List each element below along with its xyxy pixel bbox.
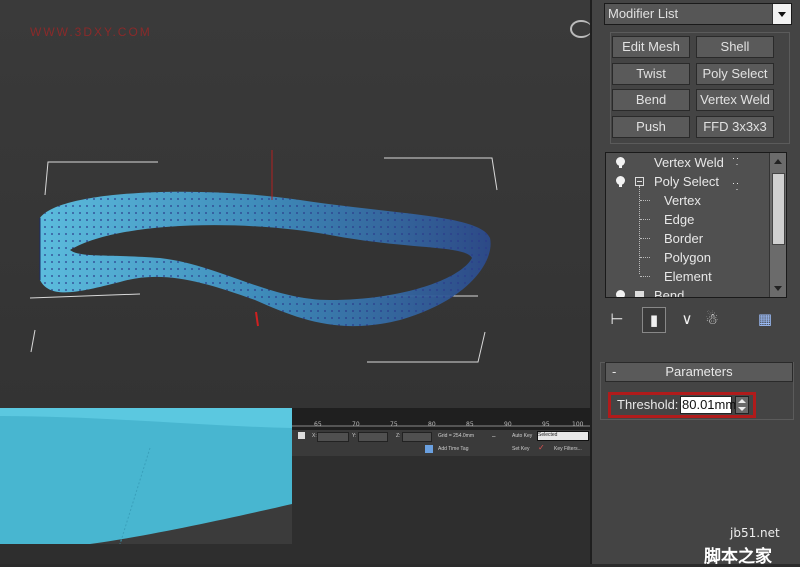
ffd-3x3x3-button[interactable]: FFD 3x3x3 <box>696 116 774 138</box>
threshold-input[interactable]: 80.01mm <box>680 396 736 414</box>
threshold-spinner[interactable] <box>735 396 749 414</box>
parameters-header[interactable]: - Parameters <box>605 362 793 382</box>
threshold-highlight: Threshold: 80.01mm <box>608 392 756 418</box>
stack-item-label: Poly Select <box>654 174 720 189</box>
z-label: Z: <box>396 433 401 439</box>
timeline-tick-label: 80 <box>428 421 436 428</box>
pin-stack-icon[interactable]: ⊢ <box>606 307 628 331</box>
poly-select-button[interactable]: Poly Select <box>696 63 774 85</box>
tree-branch <box>640 200 650 201</box>
tree-branch <box>640 219 650 220</box>
edit-mesh-button[interactable]: Edit Mesh <box>612 36 690 58</box>
bend-button[interactable]: Bend <box>612 89 690 111</box>
timeline-tick-label: 100 <box>572 421 584 428</box>
sub-object-element[interactable]: Element <box>664 267 712 286</box>
timeline-tick-label: 95 <box>542 421 550 428</box>
configure-dots-icon: ·· · <box>732 178 740 194</box>
timeline-tick-label: 85 <box>466 421 474 428</box>
stack-item-label: Bend <box>654 288 685 298</box>
mobius-mesh <box>39 191 491 327</box>
key-filters-button[interactable]: Key Filters... <box>554 446 582 452</box>
stack-item-poly-select[interactable]: Poly Select ·· · <box>606 172 772 194</box>
configure-sets-icon[interactable]: ▦ <box>754 307 776 331</box>
set-key-button[interactable]: Set Key <box>512 446 530 452</box>
y-label: Y: <box>352 433 357 439</box>
watermark-name: 脚本之家 <box>704 547 772 567</box>
expand-icon[interactable] <box>635 291 644 297</box>
gizmo-axis-x <box>255 311 259 327</box>
scroll-up-icon[interactable] <box>774 159 782 164</box>
vertex-weld-button[interactable]: Vertex Weld <box>696 89 774 111</box>
configure-dots-icon: ·· · <box>732 153 740 169</box>
render-preview <box>0 408 292 544</box>
stack-scrollbar[interactable] <box>769 153 786 297</box>
auto-key-button[interactable]: Auto Key <box>512 433 532 439</box>
shell-button[interactable]: Shell <box>696 36 774 58</box>
selected-dropdown[interactable]: Selected <box>537 431 589 441</box>
chevron-down-icon[interactable] <box>772 4 791 24</box>
add-time-tag-button[interactable]: Add Time Tag <box>438 446 468 452</box>
command-panel: Modifier List Edit Mesh Shell Twist Poly… <box>590 0 800 564</box>
stack-item-label: Vertex Weld <box>654 155 724 170</box>
stack-item-bend[interactable]: Bend <box>606 286 772 298</box>
stack-item-vertex-weld[interactable]: Vertex Weld ·· · <box>606 153 772 172</box>
remove-modifier-icon[interactable]: ☃ <box>702 307 722 331</box>
twist-button[interactable]: Twist <box>612 63 690 85</box>
collapse-icon[interactable] <box>635 177 644 186</box>
modifier-stack[interactable]: Vertex Weld ·· · Poly Select ·· · Vertex… <box>605 152 787 298</box>
stack-toolbar: ⊢ ▮ ∨ ☃ ▦ <box>606 307 786 333</box>
viewport-scene <box>29 150 498 363</box>
tree-branch <box>640 276 650 277</box>
threshold-label: Threshold: <box>617 397 679 412</box>
modifier-list-label: Modifier List <box>608 6 679 21</box>
scroll-down-icon[interactable] <box>774 286 782 291</box>
z-coordinate-field[interactable] <box>402 432 432 442</box>
scroll-thumb[interactable] <box>772 173 785 245</box>
site-watermark: jb51.net 脚本之家 <box>692 522 800 567</box>
make-unique-icon[interactable]: ∨ <box>676 307 698 331</box>
rollout-collapse[interactable]: - <box>612 363 616 381</box>
perspective-viewport[interactable]: WWW.3DXY.COM <box>0 0 590 408</box>
parameters-title: Parameters <box>665 364 733 379</box>
key-mode-icon[interactable]: ✓ <box>538 443 545 452</box>
grid-size-text: Grid = 254.0mm <box>438 433 474 439</box>
lightbulb-icon[interactable] <box>616 157 625 168</box>
timeline-tick-label: 90 <box>504 421 512 428</box>
sub-object-border[interactable]: Border <box>664 229 703 248</box>
sub-object-vertex[interactable]: Vertex <box>664 191 701 210</box>
lightbulb-icon[interactable] <box>616 176 625 187</box>
y-coordinate-field[interactable] <box>358 432 388 442</box>
timeline-tick-label: 75 <box>390 421 398 428</box>
modifier-list-dropdown[interactable]: Modifier List <box>604 3 792 25</box>
preview-shape <box>0 408 292 544</box>
tree-branch <box>640 238 650 239</box>
sub-object-edge[interactable]: Edge <box>664 210 694 229</box>
lightbulb-icon[interactable] <box>616 290 625 297</box>
lock-selection-icon[interactable] <box>298 432 305 439</box>
sub-object-polygon[interactable]: Polygon <box>664 248 711 267</box>
time-tag-icon <box>425 445 433 453</box>
timeline-tick-label: 65 <box>314 421 322 428</box>
status-bar: X: Y: Z: Grid = 254.0mm ⎯ Auto Key Selec… <box>292 430 590 456</box>
timeline-tick-label: 70 <box>352 421 360 428</box>
timeline-ruler[interactable]: 65 70 75 80 85 90 95 100 <box>292 408 590 430</box>
watermark-url: jb51.net <box>730 526 780 540</box>
x-coordinate-field[interactable] <box>317 432 349 442</box>
key-icon: ⎯ <box>492 433 496 440</box>
push-button[interactable]: Push <box>612 116 690 138</box>
tree-branch <box>640 257 650 258</box>
show-end-result-icon[interactable]: ▮ <box>642 307 666 333</box>
